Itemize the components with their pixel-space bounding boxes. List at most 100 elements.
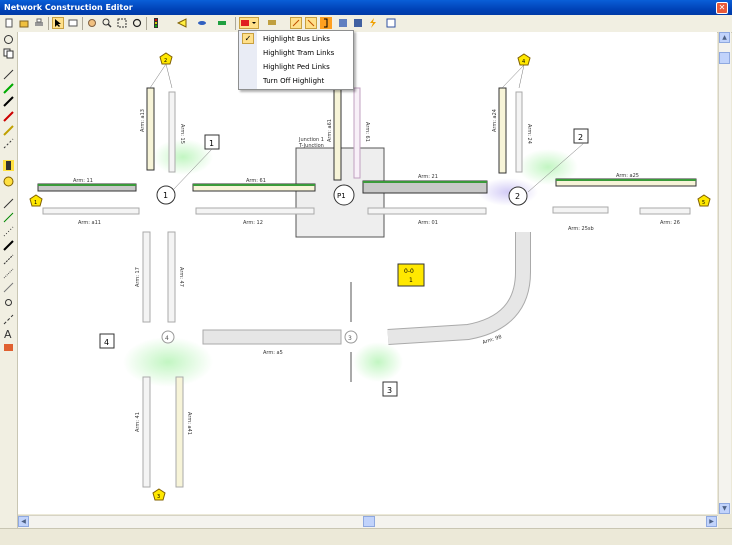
arm-label-21: Arm: 21 xyxy=(418,174,438,180)
new-icon[interactable] xyxy=(3,17,15,29)
arm-label-01: Arm: 01 xyxy=(418,220,438,226)
info-box: 0-0 1 xyxy=(397,263,425,287)
svg-text:2: 2 xyxy=(164,58,167,64)
arm-label-61: Arm: 61 xyxy=(246,178,266,184)
menu-item-highlight-tram-links[interactable]: Highlight Tram Links xyxy=(263,49,334,57)
line-tool-icon-6[interactable] xyxy=(3,268,14,279)
svg-text:3: 3 xyxy=(157,494,160,500)
line-tool-icon-7[interactable] xyxy=(3,282,14,293)
connector-icon[interactable] xyxy=(3,314,14,325)
window-title: Network Construction Editor xyxy=(4,3,133,12)
grid-icon[interactable] xyxy=(352,17,364,29)
arm-label-11: Arm: 11 xyxy=(73,178,93,184)
network-canvas[interactable]: Junction 1 T-Junction Arm: 11 Arm: a11 A… xyxy=(18,32,717,514)
arm-label-a11: Arm: a11 xyxy=(78,220,101,226)
highlight-links-menu: ✓ Highlight Bus Links Highlight Tram Lin… xyxy=(238,30,354,90)
status-bar xyxy=(0,528,732,545)
bracket-icon[interactable] xyxy=(320,17,332,29)
detector-icon[interactable] xyxy=(266,17,278,29)
circle-tool-icon[interactable] xyxy=(3,34,14,45)
svg-text:A: A xyxy=(4,328,12,339)
arm-label-24: Arm: 24 xyxy=(526,124,532,144)
give-way-icon[interactable] xyxy=(176,17,188,29)
zone-2: 2 xyxy=(159,52,173,65)
arm-label-61v: Arm: 61 xyxy=(364,122,370,142)
junction-id: P1 xyxy=(337,192,346,200)
rectangle-icon[interactable] xyxy=(67,17,79,29)
node-2-label: 2 xyxy=(515,192,520,201)
cube-2: 2 xyxy=(573,128,589,144)
cube-4: 4 xyxy=(99,333,115,349)
menu-item-highlight-ped-links[interactable]: Highlight Ped Links xyxy=(263,63,330,71)
select-icon[interactable] xyxy=(52,17,64,29)
svg-text:0-0: 0-0 xyxy=(404,268,414,275)
cube-3: 3 xyxy=(382,381,398,397)
node-tool-icon[interactable] xyxy=(290,17,302,29)
text-tool-icon[interactable]: A xyxy=(3,328,14,341)
svg-text:2: 2 xyxy=(578,133,583,142)
scroll-left-icon[interactable]: ◀ xyxy=(18,516,29,527)
label-tool-icon[interactable] xyxy=(3,342,14,353)
pan-hand-icon[interactable] xyxy=(86,17,98,29)
pencil-icon[interactable] xyxy=(3,125,14,136)
vertical-scroll-thumb[interactable] xyxy=(719,52,730,64)
arm-label-47: Arm: 47 xyxy=(178,267,184,287)
zoom-icon[interactable] xyxy=(101,17,113,29)
arm-label-41: Arm: 41 xyxy=(135,412,141,432)
lightning-icon[interactable] xyxy=(367,17,379,29)
zone-5: 5 xyxy=(697,194,711,207)
line-tool-icon-5[interactable] xyxy=(3,254,14,265)
traffic-signal-icon[interactable] xyxy=(150,17,162,29)
line-tool-icon-2[interactable] xyxy=(3,212,14,223)
zone-3: 3 xyxy=(152,488,166,501)
open-icon[interactable] xyxy=(18,17,30,29)
arm-label-a41: Arm: a41 xyxy=(186,412,192,435)
node-4-label: 4 xyxy=(165,335,169,342)
copy-tool-icon[interactable] xyxy=(3,48,14,59)
arm-label-a25: Arm: a25 xyxy=(616,173,639,179)
scroll-down-icon[interactable]: ▼ xyxy=(719,503,730,514)
green-link-icon[interactable] xyxy=(3,83,14,94)
highlight-links-dropdown[interactable] xyxy=(239,17,259,29)
lane-icon[interactable] xyxy=(216,17,228,29)
print-icon[interactable] xyxy=(33,17,45,29)
scroll-up-icon[interactable]: ▲ xyxy=(719,32,730,43)
signal-head-icon[interactable] xyxy=(3,160,14,171)
arm-label-26: Arm: 26 xyxy=(660,220,680,226)
export-icon[interactable] xyxy=(385,17,397,29)
line-tool-icon-1[interactable] xyxy=(3,198,14,209)
scroll-right-icon[interactable]: ▶ xyxy=(706,516,717,527)
zoom-window-icon[interactable] xyxy=(116,17,128,29)
menu-item-highlight-bus-links[interactable]: Highlight Bus Links xyxy=(263,35,330,43)
horizontal-scrollbar[interactable]: ◀ ▶ xyxy=(18,515,718,528)
bus-stop-icon[interactable] xyxy=(196,17,208,29)
arm-label-a5: Arm: a5 xyxy=(263,350,283,356)
dotted-link-icon[interactable] xyxy=(3,138,14,149)
arm-label-15: Arm: 15 xyxy=(179,124,185,144)
link-tool-icon[interactable] xyxy=(305,17,317,29)
black-link-icon[interactable] xyxy=(3,96,14,107)
arm-label-17: Arm: 17 xyxy=(135,267,141,287)
layers-icon[interactable] xyxy=(337,17,349,29)
vertical-scrollbar[interactable]: ▲ ▼ xyxy=(718,32,731,514)
check-icon: ✓ xyxy=(242,33,254,44)
svg-text:1: 1 xyxy=(34,200,37,206)
svg-text:4: 4 xyxy=(522,59,525,65)
node-edit-icon[interactable] xyxy=(3,297,14,308)
horizontal-scroll-thumb[interactable] xyxy=(363,516,375,527)
line-tool-icon-3[interactable] xyxy=(3,226,14,237)
arm-label-25sb: Arm: 25sb xyxy=(568,226,594,232)
close-button[interactable]: ✕ xyxy=(716,2,728,14)
draw-link-icon[interactable] xyxy=(3,69,14,80)
svg-text:5: 5 xyxy=(702,200,705,206)
red-link-icon[interactable] xyxy=(3,111,14,122)
menu-item-turn-off-highlight[interactable]: Turn Off Highlight xyxy=(263,77,324,85)
yield-icon[interactable] xyxy=(3,176,14,187)
zone-4: 4 xyxy=(517,53,531,66)
line-tool-icon-4[interactable] xyxy=(3,240,14,251)
arm-label-a61: Arm: a61 xyxy=(327,119,333,142)
svg-text:1: 1 xyxy=(409,277,413,284)
title-bar: Network Construction Editor ✕ xyxy=(0,0,732,15)
refresh-icon[interactable] xyxy=(131,17,143,29)
svg-text:3: 3 xyxy=(387,386,392,395)
